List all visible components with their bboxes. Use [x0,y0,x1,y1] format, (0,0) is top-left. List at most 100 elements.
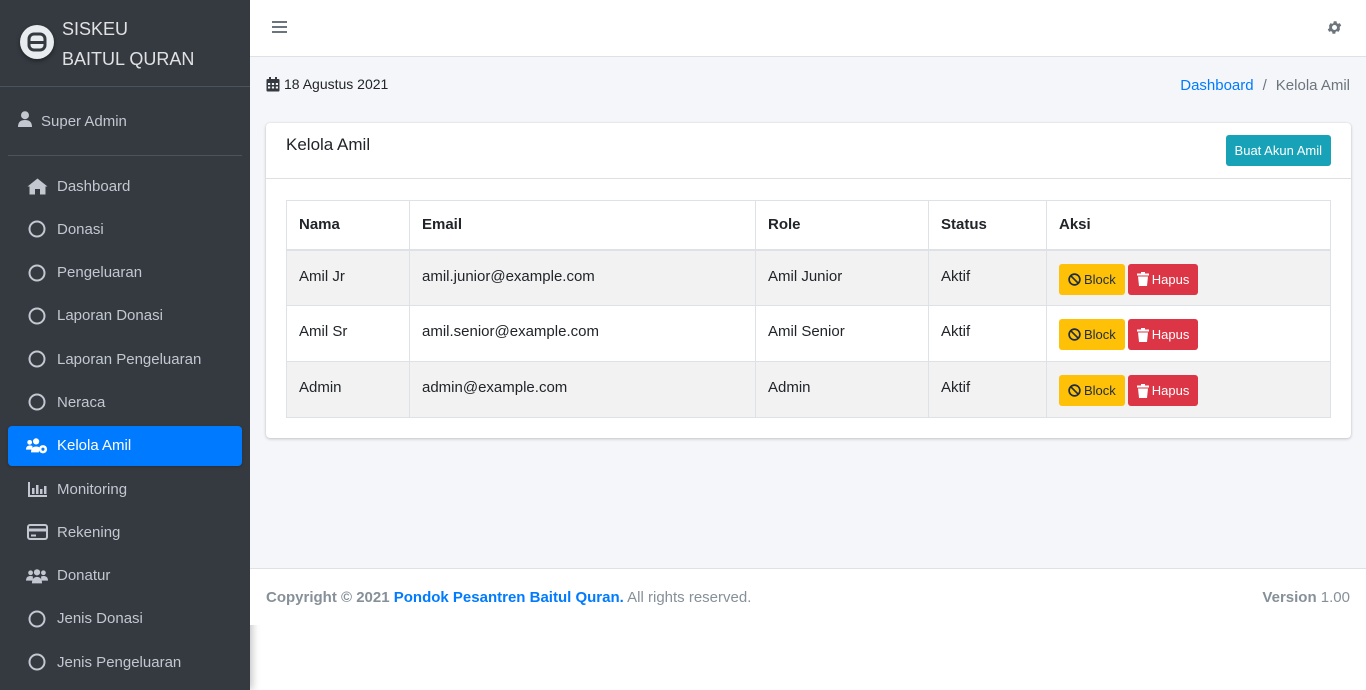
sidebar-item-neraca[interactable]: Neraca [8,382,242,422]
main-content: 18 Agustus 2021 Dashboard / Kelola Amil … [250,57,1366,568]
sidebar-item-donatur[interactable]: Donatur [8,556,242,596]
footer-copyright: Copyright © 2021 Pondok Pesantren Baitul… [266,589,751,606]
cell-aksi: Block Hapus [1046,249,1331,306]
version-label: Version [1262,589,1317,606]
circle-icon [26,651,48,673]
sidebar-item-label: Laporan Pengeluaran [57,350,202,368]
delete-button[interactable]: Hapus [1127,319,1199,350]
circle-icon [26,608,48,630]
users-cog-icon [26,435,48,457]
brand-name-line1: SISKEU [62,19,129,39]
cell-status: Aktif [928,361,1047,418]
trash-icon [1136,383,1149,398]
sidebar-item-label: Donatur [57,567,111,585]
column-header-aksi: Aksi [1046,200,1331,251]
table-row: Admin admin@example.com Admin Aktif Bloc… [286,361,1331,418]
sidebar-item-laporan-pengeluaran[interactable]: Laporan Pengeluaran [8,339,242,379]
sidebar-item-label: Pengeluaran [57,264,143,282]
sidebar-item-jenis-pengeluaran[interactable]: Jenis Pengeluaran [8,642,242,682]
card-title: Kelola Amil [286,135,371,154]
sidebar-item-label: Jenis Pengeluaran [57,653,182,671]
block-button[interactable]: Block [1059,319,1125,350]
current-date: 18 Agustus 2021 [266,76,388,92]
block-button-label: Block [1084,327,1116,342]
delete-button-label: Hapus [1151,327,1190,342]
sidebar-item-jenis-donasi[interactable]: Jenis Donasi [8,599,242,639]
sidebar-item-label: Kelola Amil [57,437,132,455]
cell-aksi: Block Hapus [1046,361,1331,418]
footer-org-link[interactable]: Pondok Pesantren Baitul Quran. [394,589,624,606]
top-navbar [250,0,1366,57]
footer-rights: All rights reserved. [627,589,752,606]
block-button[interactable]: Block [1059,263,1125,295]
delete-button[interactable]: Hapus [1127,375,1199,406]
delete-button[interactable]: Hapus [1127,263,1199,295]
create-amil-account-button[interactable]: Buat Akun Amil [1225,135,1331,166]
cell-email: amil.senior@example.com [409,305,756,362]
breadcrumb-dashboard-link[interactable]: Dashboard [1180,77,1253,94]
breadcrumb-current: Kelola Amil [1275,77,1350,94]
copyright-text: Copyright © 2021 [266,589,390,606]
trash-icon [1136,327,1149,342]
cell-email: admin@example.com [409,361,756,418]
cell-aksi: Block Hapus [1046,305,1331,362]
sidebar-item-label: Dashboard [57,177,131,195]
cell-status: Aktif [928,305,1047,362]
kelola-amil-card: Kelola Amil Buat Akun Amil Nama Email Ro… [266,123,1351,438]
amil-table-wrapper: Nama Email Role Status Aksi Amil Jr amil… [286,200,1331,418]
cell-role: Admin [755,361,929,418]
cell-role: Amil Junior [755,249,929,306]
ban-icon [1068,272,1081,286]
sidebar-item-laporan-donasi[interactable]: Laporan Donasi [8,296,242,336]
sidebar-item-label: Monitoring [57,480,128,498]
sidebar-item-dashboard[interactable]: Dashboard [8,166,242,206]
cell-nama: Amil Jr [286,249,410,306]
block-button-label: Block [1084,383,1116,398]
column-header-role: Role [755,200,929,251]
table-header-row: Nama Email Role Status Aksi [286,200,1331,251]
sidebar-item-rekening[interactable]: Rekening [8,512,242,552]
column-header-email: Email [409,200,756,251]
sidebar-item-label: Donasi [57,220,104,238]
circle-icon [26,391,48,413]
block-button[interactable]: Block [1059,375,1125,406]
sidebar-item-pengeluaran[interactable]: Pengeluaran [8,253,242,293]
sidebar-item-label: Rekening [57,523,121,541]
breadcrumb: Dashboard / Kelola Amil [1180,77,1350,94]
sidebar-item-monitoring[interactable]: Monitoring [8,469,242,509]
block-button-label: Block [1084,271,1116,287]
breadcrumb-separator: / [1262,77,1267,94]
sidebar-item-label: Neraca [57,393,106,411]
circle-icon [26,305,48,327]
user-name: Super Admin [41,112,127,130]
footer: Copyright © 2021 Pondok Pesantren Baitul… [250,568,1366,625]
amil-table: Nama Email Role Status Aksi Amil Jr amil… [286,200,1331,418]
sidebar-item-label: Laporan Donasi [57,307,163,325]
user-panel[interactable]: Super Admin [8,87,242,156]
cell-email: amil.junior@example.com [409,249,756,306]
trash-icon [1136,272,1149,286]
sidebar-item-label: Jenis Donasi [57,610,143,628]
ban-icon [1068,384,1081,397]
column-header-nama: Nama [286,200,410,251]
table-row: Amil Jr amil.junior@example.com Amil Jun… [286,249,1331,306]
users-icon [26,565,48,587]
sidebar-item-kelola-amil[interactable]: Kelola Amil [8,425,242,466]
brand-name-line2: BAITUL QURAN [62,49,195,69]
card-header: Kelola Amil Buat Akun Amil [266,123,1351,179]
user-icon [18,111,32,131]
hamburger-icon[interactable] [272,20,290,36]
brand[interactable]: SISKEU BAITUL QURAN [0,0,250,87]
gear-icon[interactable] [1326,19,1344,37]
circle-icon [26,218,48,240]
footer-version: Version 1.00 [1262,589,1350,606]
sidebar: SISKEU BAITUL QURAN Super Admin Dashboar… [0,0,250,690]
date-text: 18 Agustus 2021 [284,76,389,92]
sidebar-item-donasi[interactable]: Donasi [8,209,242,249]
cell-nama: Amil Sr [286,305,410,362]
cell-status: Aktif [928,249,1047,306]
chart-bar-icon [26,478,48,500]
circle-icon [26,348,48,370]
cell-role: Amil Senior [755,305,929,362]
column-header-status: Status [928,200,1047,251]
